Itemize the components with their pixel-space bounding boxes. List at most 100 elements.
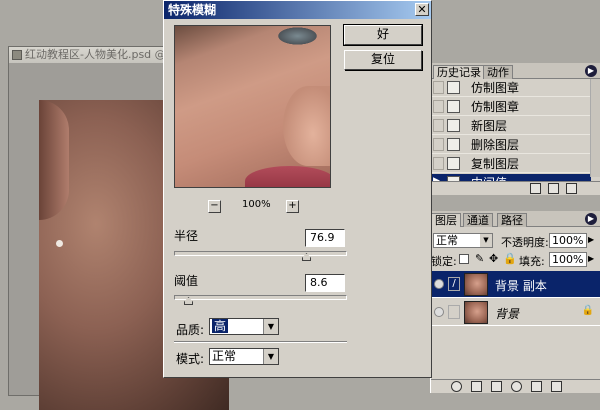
brush-icon[interactable]: / [448,277,460,291]
lock-transparency-icon[interactable] [459,254,469,264]
quality-label: 品质: [176,323,205,337]
eye-icon[interactable] [434,279,444,289]
reset-button[interactable]: 复位 [344,50,422,70]
history-item-label: 删除图层 [471,138,520,152]
panel-menu-arrow-icon[interactable]: ▶ [585,65,597,77]
adjustment-layer-icon[interactable] [511,381,522,392]
radius-label: 半径 [174,229,199,243]
eye-icon[interactable] [434,307,444,317]
zoom-out-button[interactable]: − [208,200,221,213]
history-snapshot-checkbox[interactable] [433,119,444,132]
tab-history[interactable]: 历史记录 [433,65,485,79]
radius-slider-track[interactable] [174,251,347,256]
threshold-label: 阈值 [174,274,199,288]
history-snapshot-checkbox[interactable] [433,157,444,170]
layer-row[interactable]: 背景 🔒 [431,299,600,326]
layer-row-selected[interactable]: / 背景 副本 [431,271,600,298]
dialog-title-bar[interactable]: 特殊模糊 ✕ [164,1,431,19]
opacity-input[interactable]: 100% [549,233,587,248]
history-snapshot-checkbox[interactable] [433,138,444,151]
ok-button[interactable]: 好 [343,24,423,46]
history-item[interactable]: 仿制图章 [431,79,591,97]
panel-menu-arrow-icon[interactable]: ▶ [585,213,597,225]
mode-label: 模式: [176,352,205,366]
stamp-icon [447,100,460,113]
lock-move-icon[interactable]: ✥ [489,252,498,265]
history-scrollbar[interactable] [590,79,600,177]
history-item[interactable]: 仿制图章 [431,98,591,116]
radius-input[interactable]: 76.9 [305,229,345,247]
history-item[interactable]: 新图层 [431,117,591,135]
lock-all-icon[interactable]: 🔒 [503,252,517,265]
chevron-down-icon: ▼ [263,319,278,334]
opacity-arrow-icon[interactable]: ▶ [588,235,594,244]
fill-input[interactable]: 100% [549,252,587,267]
blend-opacity-row: 正常 ▼ 不透明度: 100% ▶ [431,233,600,251]
link-slot-icon[interactable] [448,305,460,319]
history-panel-tabs: 历史记录 动作 ▶ [431,63,600,79]
document-icon [447,138,460,151]
camera-snapshot-icon[interactable] [548,183,559,194]
dialog-title: 特殊模糊 [168,3,217,17]
photo-ear-shape [39,100,69,220]
history-item-label: 新图层 [471,119,508,133]
filter-preview[interactable] [174,25,331,188]
history-panel: 历史记录 动作 ▶ 仿制图章 仿制图章 新图层 删除图层 复制图层 ▶ 中间值 [430,63,600,195]
stamp-icon [447,81,460,94]
opacity-label: 不透明度: [501,236,549,249]
photoshop-document-icon [12,50,22,60]
preview-nose-shape [283,86,330,166]
history-item-label: 仿制图章 [471,81,520,95]
history-snapshot-checkbox[interactable] [433,100,444,113]
quality-select[interactable]: 高 ▼ [209,318,279,335]
layer-name: 背景 [495,307,520,321]
lock-brush-icon[interactable]: ✎ [475,252,484,265]
tab-channels[interactable]: 通道 [463,213,493,227]
mode-select[interactable]: 正常 ▼ [209,348,279,365]
document-icon [447,157,460,170]
close-button[interactable]: ✕ [415,3,429,16]
document-icon [447,119,460,132]
layers-panel-tabs: 图层 通道 路径 ▶ [431,211,600,227]
zoom-level: 100% [242,199,271,210]
chevron-down-icon: ▼ [263,349,278,364]
tab-paths[interactable]: 路径 [497,213,527,227]
lock-icon: 🔒 [581,305,594,316]
threshold-input[interactable]: 8.6 [305,274,345,292]
layer-thumbnail [464,273,488,296]
special-blur-dialog: 特殊模糊 ✕ 好 复位 − 100% + 半径 76.9 阈值 8.6 品质: … [163,0,432,378]
tab-actions[interactable]: 动作 [483,65,513,79]
trash-icon[interactable] [566,183,577,194]
blend-mode-select[interactable]: 正常 ▼ [433,233,493,248]
divider [174,341,347,343]
zoom-in-button[interactable]: + [286,200,299,213]
history-panel-footer [430,181,600,195]
mode-value: 正常 [212,349,237,363]
layer-style-icon[interactable] [451,381,462,392]
blend-mode-value: 正常 [436,234,458,247]
trash-icon[interactable] [551,381,562,392]
new-layer-icon[interactable] [531,381,542,392]
layer-mask-icon[interactable] [471,381,482,392]
lock-fill-row: 锁定: ✎ ✥ 🔒 填充: 100% ▶ [431,252,600,268]
fill-arrow-icon[interactable]: ▶ [588,254,594,263]
fill-label: 填充: [519,255,545,268]
quality-value: 高 [212,319,229,333]
layer-name: 背景 副本 [495,279,547,293]
new-set-icon[interactable] [491,381,502,392]
history-item[interactable]: 删除图层 [431,136,591,154]
lock-label: 锁定: [431,255,457,268]
new-document-from-state-icon[interactable] [530,183,541,194]
layers-panel: 图层 通道 路径 ▶ 正常 ▼ 不透明度: 100% ▶ 锁定: ✎ ✥ 🔒 填… [430,211,600,393]
document-title: 红动教程区-人物美化.psd @ [25,48,166,61]
photo-earring [56,240,63,247]
history-item[interactable]: 复制图层 [431,155,591,173]
layer-thumbnail [464,301,488,324]
history-snapshot-checkbox[interactable] [433,81,444,94]
chevron-down-icon: ▼ [480,234,492,247]
tab-layers[interactable]: 图层 [431,213,461,227]
threshold-slider-track[interactable] [174,295,347,300]
preview-eye-shape [275,26,320,46]
history-item-label: 复制图层 [471,157,520,171]
layers-panel-footer [431,379,600,393]
